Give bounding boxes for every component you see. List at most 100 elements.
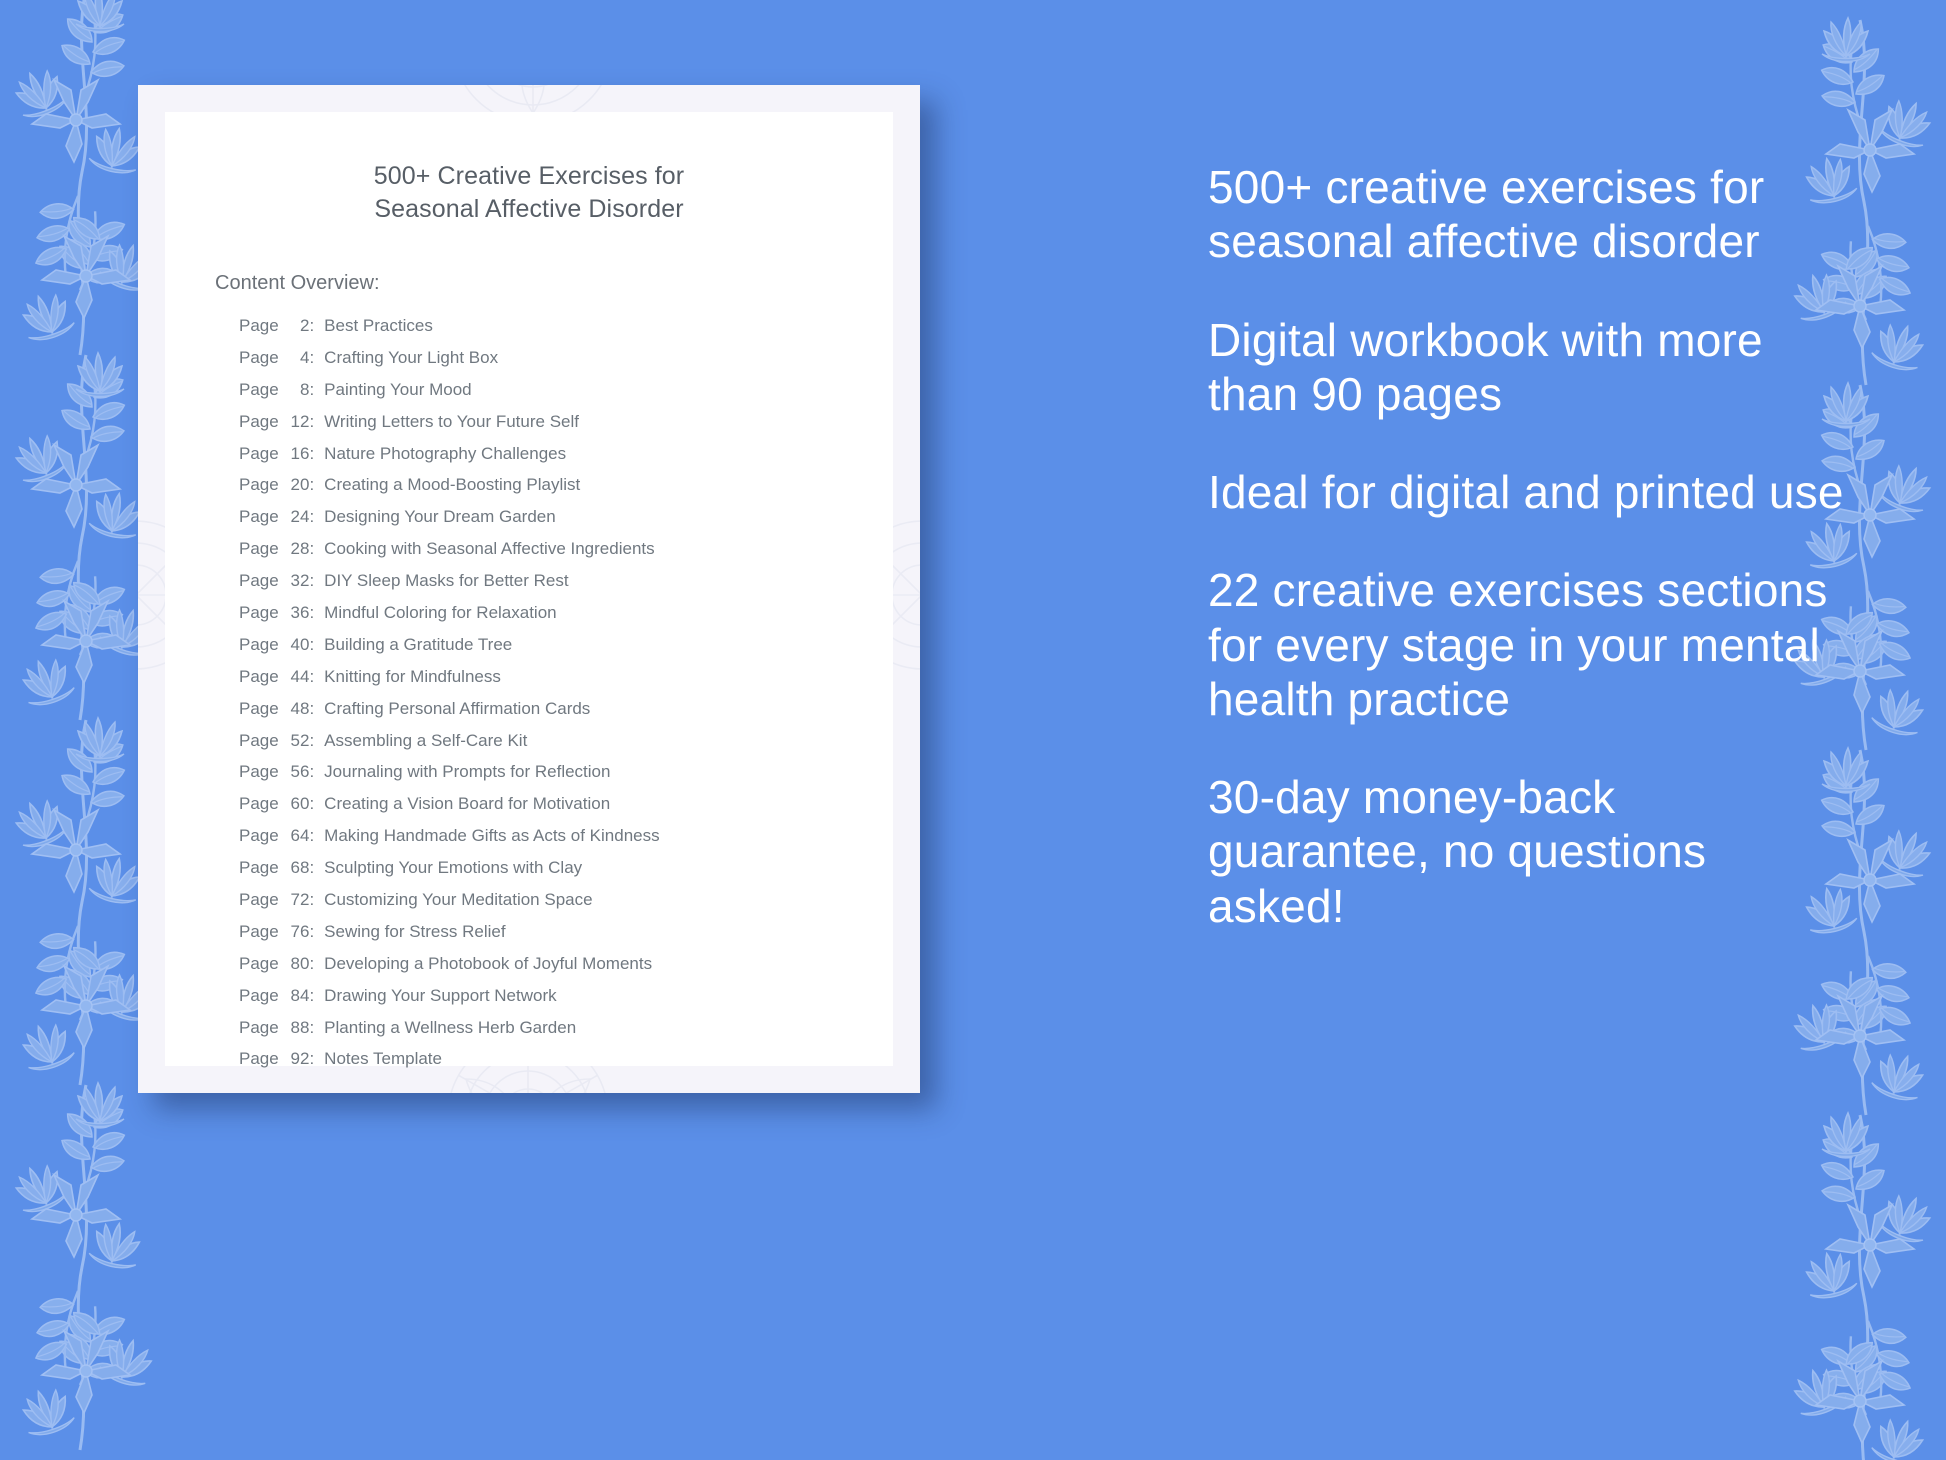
toc-entry-page: Page 28: bbox=[239, 539, 315, 559]
toc-entry: Page 32: DIY Sleep Masks for Better Rest bbox=[239, 572, 893, 589]
toc-entry: Page 64: Making Handmade Gifts as Acts of… bbox=[239, 827, 893, 844]
toc-page-number: 80 bbox=[290, 953, 310, 973]
marketing-bullet: 22 creative exercises sections for every… bbox=[1208, 564, 1828, 725]
toc-entry-title: Designing Your Dream Garden bbox=[324, 507, 556, 527]
toc-entry-title: Developing a Photobook of Joyful Moments bbox=[324, 953, 653, 973]
toc-entry-page: Page 64: bbox=[239, 826, 315, 846]
toc-entry: Page 24: Designing Your Dream Garden bbox=[239, 508, 893, 525]
toc-entry-title: Crafting Your Light Box bbox=[324, 347, 499, 367]
toc-entry: Page 20: Creating a Mood-Boosting Playlis… bbox=[239, 476, 893, 493]
toc-page-word: Page bbox=[239, 730, 279, 750]
marketing-bullet: Digital workbook with more than 90 pages bbox=[1208, 313, 1763, 420]
toc-page-number: 84 bbox=[290, 985, 310, 1005]
toc-entry-page: Page 2: bbox=[239, 316, 315, 335]
toc-page-word: Page bbox=[239, 794, 279, 814]
marketing-bullet: 500+ creative exercises for seasonal aff… bbox=[1208, 161, 1765, 268]
toc-entry-page: Page 40: bbox=[239, 634, 315, 654]
toc-entry-page: Page 76: bbox=[239, 921, 315, 941]
page-title: 500+ Creative Exercises for Seasonal Aff… bbox=[165, 160, 893, 225]
marketing-bullet: Ideal for digital and printed use bbox=[1208, 466, 1844, 519]
toc-page-number: 32 bbox=[290, 571, 310, 591]
document-page: 500+ Creative Exercises for Seasonal Aff… bbox=[165, 112, 893, 1067]
toc-page-number: 12 bbox=[290, 411, 310, 431]
toc-page-number: 4 bbox=[299, 347, 310, 367]
toc-entry-page: Page 56: bbox=[239, 762, 315, 782]
toc-entry-page: Page 92: bbox=[239, 1049, 315, 1069]
toc-page-word: Page bbox=[239, 921, 279, 941]
toc-entry-page: Page 48: bbox=[239, 698, 315, 718]
toc-entry: Page 48: Crafting Personal Affirmation Ca… bbox=[239, 700, 893, 717]
toc-page-number: 68 bbox=[290, 858, 310, 878]
toc-entry-title: Journaling with Prompts for Reflection bbox=[324, 762, 611, 782]
toc-entry-title: Assembling a Self-Care Kit bbox=[324, 730, 528, 750]
toc-entry: Page 88: Planting a Wellness Herb Garden bbox=[239, 1019, 893, 1036]
toc-page-number: 8 bbox=[299, 379, 310, 399]
toc-page-number: 52 bbox=[290, 730, 310, 750]
toc-entry-page: Page 88: bbox=[239, 1017, 315, 1037]
toc-entry-title: Cooking with Seasonal Affective Ingredie… bbox=[324, 539, 655, 559]
toc-page-word: Page bbox=[239, 826, 279, 846]
toc-entry-page: Page 36: bbox=[239, 603, 315, 623]
toc-page-word: Page bbox=[239, 539, 279, 559]
toc-entry: Page 8: Painting Your Mood bbox=[239, 381, 893, 398]
toc-entry-title: Customizing Your Meditation Space bbox=[324, 890, 593, 910]
toc-entry-title: Knitting for Mindfulness bbox=[324, 666, 501, 686]
toc-entry-title: Building a Gratitude Tree bbox=[324, 634, 513, 654]
toc-entry-title: Drawing Your Support Network bbox=[324, 985, 557, 1005]
toc-entry: Page 44: Knitting for Mindfulness bbox=[239, 668, 893, 685]
toc-entry: Page 56: Journaling with Prompts for Refl… bbox=[239, 763, 893, 780]
toc-entry: Page 60: Creating a Vision Board for Moti… bbox=[239, 795, 893, 812]
toc-entry-page: Page 84: bbox=[239, 985, 315, 1005]
page-title-line-1: 500+ Creative Exercises for bbox=[373, 162, 685, 190]
toc-entry-page: Page 24: bbox=[239, 507, 315, 527]
toc-page-word: Page bbox=[239, 347, 279, 367]
toc-entry-title: Writing Letters to Your Future Self bbox=[324, 411, 579, 431]
toc-entry: Page 28: Cooking with Seasonal Affective … bbox=[239, 540, 893, 557]
toc-entry-title: Nature Photography Challenges bbox=[324, 443, 567, 463]
toc-entry-page: Page 52: bbox=[239, 730, 315, 750]
toc-page-number: 24 bbox=[290, 507, 310, 527]
toc-entry: Page 40: Building a Gratitude Tree bbox=[239, 636, 893, 653]
toc-entry: Page 84: Drawing Your Support Network bbox=[239, 987, 893, 1004]
toc-entry-title: Planting a Wellness Herb Garden bbox=[324, 1017, 577, 1037]
toc-entry: Page 68: Sculpting Your Emotions with Cla… bbox=[239, 859, 893, 876]
toc-page-number: 48 bbox=[290, 698, 310, 718]
toc-entry-title: Sewing for Stress Relief bbox=[324, 921, 506, 941]
toc-page-number: 28 bbox=[290, 539, 310, 559]
toc-entry-page: Page 44: bbox=[239, 666, 315, 686]
toc-page-number: 20 bbox=[290, 475, 310, 495]
toc-page-word: Page bbox=[239, 953, 279, 973]
toc-entry: Page 2: Best Practices bbox=[239, 317, 893, 334]
table-of-contents-list: Page 2: Best Practices Page 4: Crafting You… bbox=[239, 317, 893, 1067]
toc-page-number: 40 bbox=[290, 634, 310, 654]
document-mat: 500+ Creative Exercises for Seasonal Aff… bbox=[138, 85, 920, 1093]
toc-entry-title: Notes Template bbox=[324, 1049, 442, 1069]
toc-entry-page: Page 8: bbox=[239, 379, 315, 399]
marketing-bullet-list: 500+ creative exercises for seasonal aff… bbox=[1208, 160, 1848, 933]
toc-entry-title: Creating a Vision Board for Motivation bbox=[324, 794, 611, 814]
toc-page-word: Page bbox=[239, 507, 279, 527]
toc-entry-title: Painting Your Mood bbox=[324, 379, 472, 399]
toc-entry: Page 12: Writing Letters to Your Future S… bbox=[239, 413, 893, 430]
toc-page-word: Page bbox=[239, 762, 279, 782]
toc-page-number: 16 bbox=[290, 443, 310, 463]
toc-entry: Page 80: Developing a Photobook of Joyful… bbox=[239, 955, 893, 972]
toc-page-number: 92 bbox=[290, 1049, 310, 1069]
toc-page-number: 64 bbox=[290, 826, 310, 846]
toc-entry-page: Page 20: bbox=[239, 475, 315, 495]
document-preview-card[interactable]: 500+ Creative Exercises for Seasonal Aff… bbox=[138, 85, 920, 1093]
toc-page-number: 44 bbox=[290, 666, 310, 686]
toc-entry: Page 4: Crafting Your Light Box bbox=[239, 349, 893, 366]
toc-page-word: Page bbox=[239, 603, 279, 623]
toc-entry-page: Page 12: bbox=[239, 411, 315, 431]
toc-page-number: 2 bbox=[299, 316, 310, 335]
toc-page-number: 60 bbox=[290, 794, 310, 814]
toc-page-word: Page bbox=[239, 985, 279, 1005]
toc-entry: Page 72: Customizing Your Meditation Spac… bbox=[239, 891, 893, 908]
toc-page-word: Page bbox=[239, 379, 279, 399]
toc-page-word: Page bbox=[239, 858, 279, 878]
toc-entry-title: Creating a Mood-Boosting Playlist bbox=[324, 475, 581, 495]
toc-page-word: Page bbox=[239, 411, 279, 431]
toc-entry: Page 16: Nature Photography Challenges bbox=[239, 445, 893, 462]
toc-entry-page: Page 32: bbox=[239, 571, 315, 591]
